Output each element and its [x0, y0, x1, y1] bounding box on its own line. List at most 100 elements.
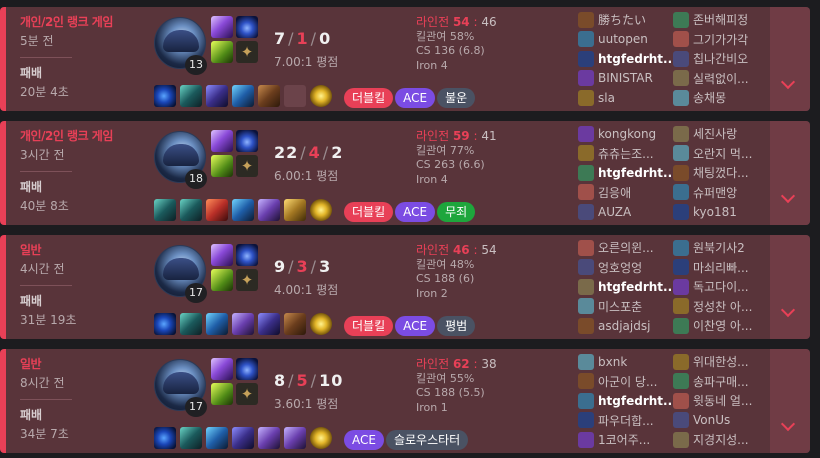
team-player[interactable]: 엉호엉엉 [578, 258, 678, 278]
player-name[interactable]: 세진사랑 [693, 125, 737, 142]
team-player[interactable]: BINISTAR [578, 69, 678, 89]
trinket-ward-icon[interactable] [310, 85, 332, 107]
item-icon[interactable] [154, 85, 176, 107]
primary-rune-icon[interactable] [211, 383, 233, 405]
item-icon[interactable] [206, 85, 228, 107]
team-player[interactable]: 존버해피정 [673, 10, 773, 30]
item-icon[interactable] [232, 199, 254, 221]
player-name[interactable]: htgfedrht... [598, 394, 676, 408]
team-player[interactable]: kyo181 [673, 202, 773, 222]
item-icon[interactable] [258, 199, 280, 221]
player-name[interactable]: htgfedrht... [598, 52, 676, 66]
player-name[interactable]: 오른의윈... [598, 239, 654, 256]
item-icon[interactable] [258, 427, 280, 449]
player-name[interactable]: 파우더합... [598, 412, 654, 429]
summoner-spell-ignite-icon[interactable] [236, 130, 258, 152]
summoner-spell-flash-icon[interactable] [211, 244, 233, 266]
team-player[interactable]: 그기가가각 [673, 30, 773, 50]
player-name[interactable]: 송파구매... [693, 373, 749, 390]
item-icon[interactable] [180, 199, 202, 221]
secondary-rune-icon[interactable]: ✦ [236, 155, 258, 177]
item-icon[interactable] [232, 85, 254, 107]
summoner-spell-ignite-icon[interactable] [236, 358, 258, 380]
team-player[interactable]: 독고다이... [673, 277, 773, 297]
team-player[interactable]: htgfedrht... [578, 277, 678, 297]
team-player[interactable]: 미스포춘 [578, 297, 678, 317]
player-name[interactable]: AUZA [598, 205, 631, 219]
player-name[interactable]: 실력없이... [693, 70, 749, 87]
player-name[interactable]: BINISTAR [598, 71, 653, 85]
player-name[interactable]: 오란지 먹... [693, 145, 752, 162]
item-icon[interactable] [232, 427, 254, 449]
team-player[interactable]: 이찬영 아... [673, 316, 773, 336]
item-icon[interactable] [284, 313, 306, 335]
item-icon[interactable] [284, 427, 306, 449]
player-name[interactable]: 윗동네 얼... [693, 392, 752, 409]
player-name[interactable]: htgfedrht... [598, 280, 676, 294]
secondary-rune-icon[interactable]: ✦ [236, 269, 258, 291]
team-player[interactable]: 파우더합... [578, 411, 678, 431]
item-icon[interactable] [232, 313, 254, 335]
player-name[interactable]: kongkong [598, 127, 656, 141]
summoner-spell-flash-icon[interactable] [211, 358, 233, 380]
item-icon[interactable] [258, 85, 280, 107]
player-name[interactable]: sla [598, 91, 615, 105]
trinket-ward-icon[interactable] [310, 313, 332, 335]
team-player[interactable]: 송파구매... [673, 372, 773, 392]
player-name[interactable]: 채팅껐다... [693, 164, 749, 181]
team-player[interactable]: 오란지 먹... [673, 144, 773, 164]
team-player[interactable]: 지경지성... [673, 430, 773, 450]
team-player[interactable]: 실력없이... [673, 69, 773, 89]
item-icon[interactable] [154, 427, 176, 449]
player-name[interactable]: 존버해피정 [693, 11, 748, 28]
primary-rune-icon[interactable] [211, 155, 233, 177]
player-name[interactable]: 김응애 [598, 184, 631, 201]
player-name[interactable]: VonUs [693, 413, 730, 427]
trinket-ward-icon[interactable] [310, 427, 332, 449]
player-name[interactable]: 독고다이... [693, 278, 749, 295]
primary-rune-icon[interactable] [211, 269, 233, 291]
match-card[interactable]: 일반 8시간 전 패배 34분 7초 17 ✦ 8/5/10 3.60:1 평점… [0, 349, 810, 453]
item-icon[interactable] [154, 313, 176, 335]
player-name[interactable]: 정성찬 아... [693, 298, 752, 315]
team-player[interactable]: 슈퍼맨앙 [673, 183, 773, 203]
item-icon[interactable] [180, 85, 202, 107]
player-name[interactable]: bxnk [598, 355, 627, 369]
summoner-spell-flash-icon[interactable] [211, 16, 233, 38]
player-name[interactable]: 슈퍼맨앙 [693, 184, 737, 201]
summoner-spell-ignite-icon[interactable] [236, 16, 258, 38]
item-icon[interactable] [154, 199, 176, 221]
item-icon[interactable] [284, 199, 306, 221]
item-icon[interactable] [180, 313, 202, 335]
summoner-spell-flash-icon[interactable] [211, 130, 233, 152]
player-name[interactable]: 미스포춘 [598, 298, 642, 315]
player-name[interactable]: kyo181 [693, 205, 737, 219]
team-player[interactable]: 츄츄는조... [578, 144, 678, 164]
player-name[interactable]: 송채몽 [693, 89, 726, 106]
team-player[interactable]: 채팅껐다... [673, 163, 773, 183]
primary-rune-icon[interactable] [211, 41, 233, 63]
item-icon[interactable] [206, 313, 228, 335]
match-card[interactable]: 일반 4시간 전 패배 31분 19초 17 ✦ 9/3/3 4.00:1 평점… [0, 235, 810, 339]
team-player[interactable]: htgfedrht... [578, 49, 678, 69]
item-icon[interactable] [258, 313, 280, 335]
player-name[interactable]: htgfedrht... [598, 166, 676, 180]
player-name[interactable]: 아군이 당... [598, 373, 657, 390]
team-player[interactable]: uutopen [578, 30, 678, 50]
team-player[interactable]: htgfedrht... [578, 163, 678, 183]
player-name[interactable]: uutopen [598, 32, 648, 46]
player-name[interactable]: 엉호엉엉 [598, 259, 642, 276]
team-player[interactable]: 원북기사2 [673, 238, 773, 258]
team-player[interactable]: htgfedrht... [578, 391, 678, 411]
player-name[interactable]: 이찬영 아... [693, 317, 752, 334]
team-player[interactable]: 송채몽 [673, 88, 773, 108]
team-player[interactable]: bxnk [578, 352, 678, 372]
player-name[interactable]: 1코어주... [598, 431, 650, 448]
player-name[interactable]: 지경지성... [693, 431, 749, 448]
secondary-rune-icon[interactable]: ✦ [236, 383, 258, 405]
item-icon[interactable] [180, 427, 202, 449]
team-player[interactable]: 아군이 당... [578, 372, 678, 392]
team-player[interactable]: 마쇠리빠... [673, 258, 773, 278]
team-player[interactable]: 세진사랑 [673, 124, 773, 144]
team-player[interactable]: 김응애 [578, 183, 678, 203]
